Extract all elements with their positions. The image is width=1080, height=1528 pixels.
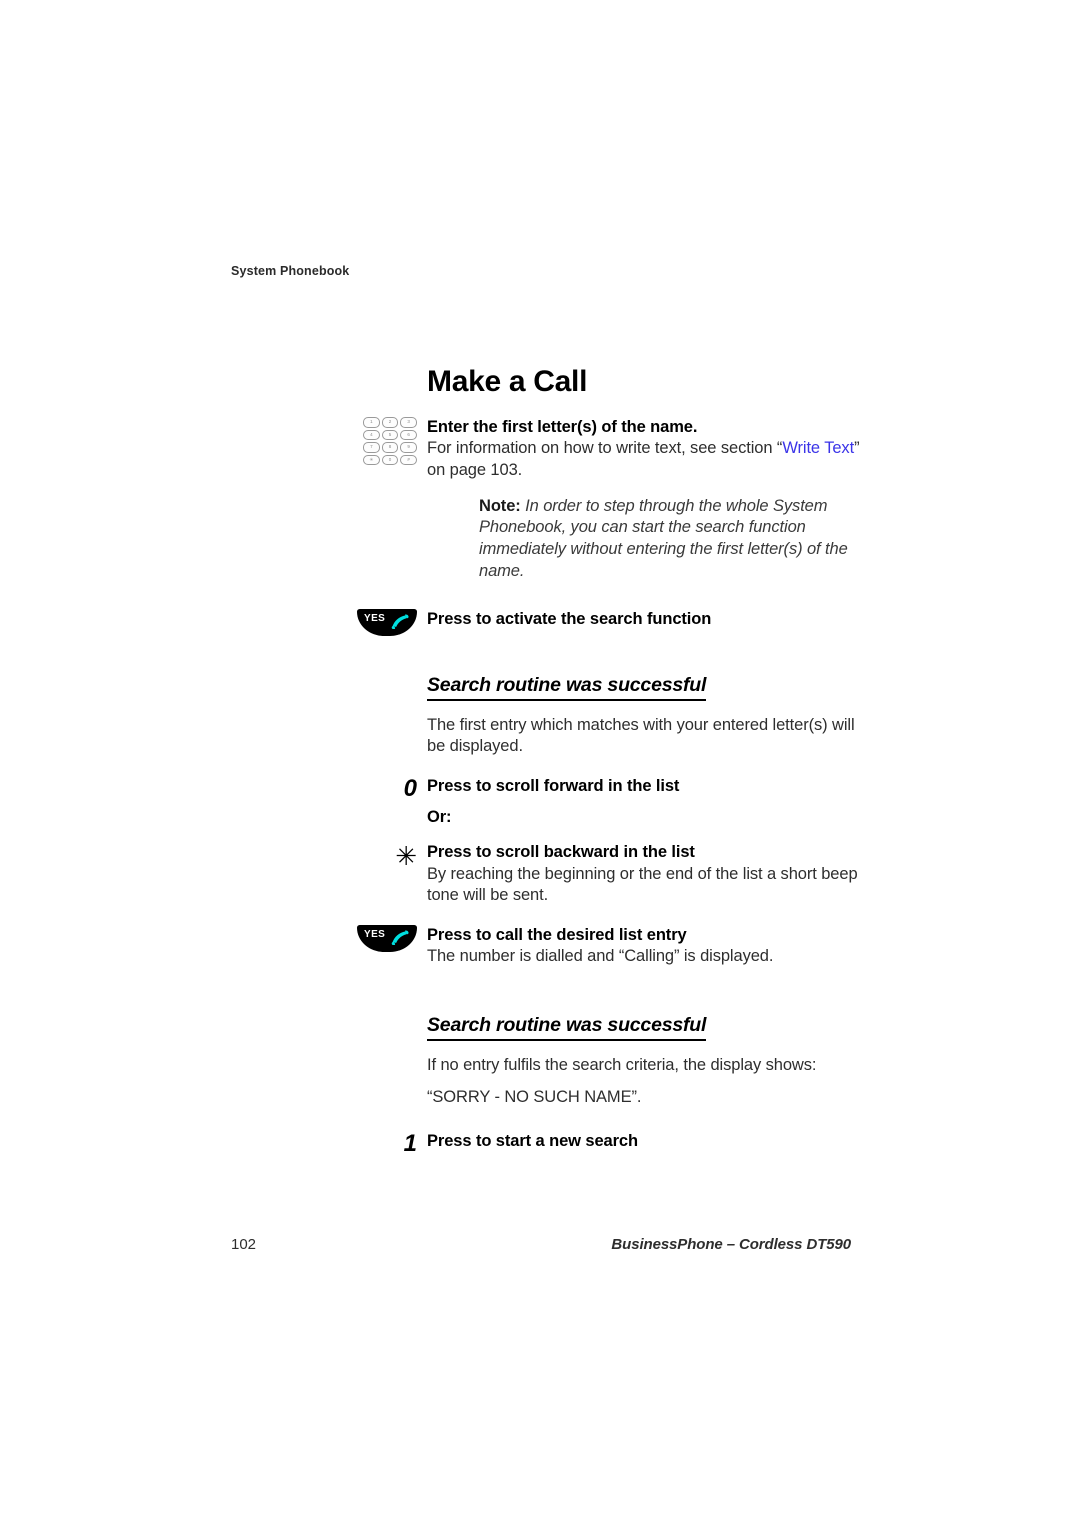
keypad-key: 0 — [381, 454, 399, 465]
section-one-paragraph: The first entry which matches with your … — [427, 715, 855, 756]
page-footer: 102 BusinessPhone – Cordless DT590 — [231, 1236, 851, 1253]
keypad-key: 4 — [363, 429, 380, 440]
key-0-icon[interactable]: 0 — [404, 776, 417, 801]
step-body: Press to scroll backward in the list By … — [427, 842, 871, 907]
step-paragraph: For information on how to write text, se… — [427, 438, 871, 482]
phone-handset-icon — [391, 930, 409, 946]
step-call-entry: YES Press to call the desired list entry… — [231, 925, 871, 968]
step-icon-gutter: 0 — [231, 776, 427, 801]
step-body: Press to start a new search — [427, 1131, 871, 1152]
key-1-icon[interactable]: 1 — [404, 1131, 417, 1156]
note-label: Note: — [479, 496, 521, 515]
step-lead-text: Enter the first letter(s) of the name. — [427, 418, 698, 436]
yes-button-label: YES — [364, 929, 386, 941]
section-one-intro-row: The first entry which matches with your … — [231, 715, 871, 759]
section-one-heading-row: Search routine was successful — [231, 674, 871, 701]
keypad-icon: 1 2 3 4 5 6 7 8 9 ✳ 0 # — [363, 417, 417, 465]
keypad-key: 7 — [363, 442, 380, 453]
page-number: 102 — [231, 1236, 257, 1253]
keypad-key: 6 — [400, 429, 417, 440]
keypad-key: 8 — [381, 442, 399, 453]
step-enter-letters: 1 2 3 4 5 6 7 8 9 ✳ 0 # Enter the first … — [231, 417, 871, 583]
section-heading-body: Search routine was successful — [427, 1014, 871, 1041]
step-paragraph: The number is dialled and “Calling” is d… — [427, 947, 774, 966]
step-body: Press to call the desired list entry The… — [427, 925, 871, 968]
step-lead-text: Press to activate the search function — [427, 609, 712, 628]
step-lead-text: Press to call the desired list entry — [427, 926, 687, 945]
step-lead-text: Press to start a new search — [427, 1131, 638, 1150]
section-one-heading: Search routine was successful — [427, 674, 706, 701]
step-activate-search: YES Press to activate the search functio… — [231, 608, 871, 636]
section-intro-body: If no entry fulfils the search criteria,… — [427, 1055, 871, 1109]
step-body: Enter the first letter(s) of the name. F… — [427, 417, 871, 583]
page-content: Make a Call 1 2 3 4 5 6 7 8 9 ✳ 0 # Ente… — [231, 365, 871, 1156]
running-header: System Phonebook — [231, 264, 350, 278]
document-page: System Phonebook Make a Call 1 2 3 4 5 6… — [0, 0, 1080, 1528]
step-scroll-backward: ✳ Press to scroll backward in the list B… — [231, 842, 871, 907]
step-icon-gutter: ✳ — [231, 842, 427, 870]
section-two-paragraph: If no entry fulfils the search criteria,… — [427, 1055, 817, 1074]
section-two-heading-row: Search routine was successful — [231, 1014, 871, 1041]
step-icon-gutter: 1 — [231, 1131, 427, 1156]
page-title: Make a Call — [427, 365, 588, 398]
keypad-key: ✳ — [363, 454, 380, 465]
phone-handset-icon — [391, 614, 409, 629]
step-scroll-forward: 0 Press to scroll forward in the list Or… — [231, 776, 871, 828]
yes-button-icon[interactable]: YES — [357, 608, 417, 636]
keypad-key: 9 — [400, 442, 417, 453]
paragraph-text-before-link: For information on how to write text, se… — [427, 439, 783, 458]
keypad-key: 1 — [363, 417, 380, 428]
note-text: In order to step through the whole Syste… — [479, 496, 848, 580]
keypad-key: 5 — [381, 429, 399, 440]
section-heading-body: Search routine was successful — [427, 674, 871, 701]
section-intro-body: The first entry which matches with your … — [427, 715, 871, 759]
yes-button-label: YES — [364, 612, 386, 624]
display-message-text: “SORRY - NO SUCH NAME”. — [427, 1087, 642, 1106]
step-lead-text: Press to scroll backward in the list — [427, 843, 695, 862]
key-asterisk-icon[interactable]: ✳ — [395, 842, 417, 870]
step-new-search: 1 Press to start a new search — [231, 1131, 871, 1156]
note-block: Note: In order to step through the whole… — [427, 496, 871, 583]
step-body: Press to scroll forward in the list Or: — [427, 776, 871, 828]
keypad-key: # — [400, 454, 417, 465]
step-icon-gutter: 1 2 3 4 5 6 7 8 9 ✳ 0 # — [231, 417, 427, 465]
yes-button-icon[interactable]: YES — [357, 925, 417, 953]
section-two-intro-row: If no entry fulfils the search criteria,… — [231, 1055, 871, 1109]
keypad-key: 3 — [400, 417, 417, 428]
document-name: BusinessPhone – Cordless DT590 — [611, 1236, 851, 1253]
keypad-key: 2 — [381, 417, 399, 428]
step-body: Press to activate the search function — [427, 609, 871, 630]
write-text-link[interactable]: Write Text — [782, 439, 854, 457]
step-lead-text: Press to scroll forward in the list — [427, 777, 680, 796]
section-two-heading: Search routine was successful — [427, 1014, 706, 1041]
or-label: Or: — [427, 808, 452, 827]
step-paragraph: By reaching the beginning or the end of … — [427, 864, 858, 905]
step-icon-gutter: YES — [231, 925, 427, 953]
step-icon-gutter: YES — [231, 608, 427, 636]
